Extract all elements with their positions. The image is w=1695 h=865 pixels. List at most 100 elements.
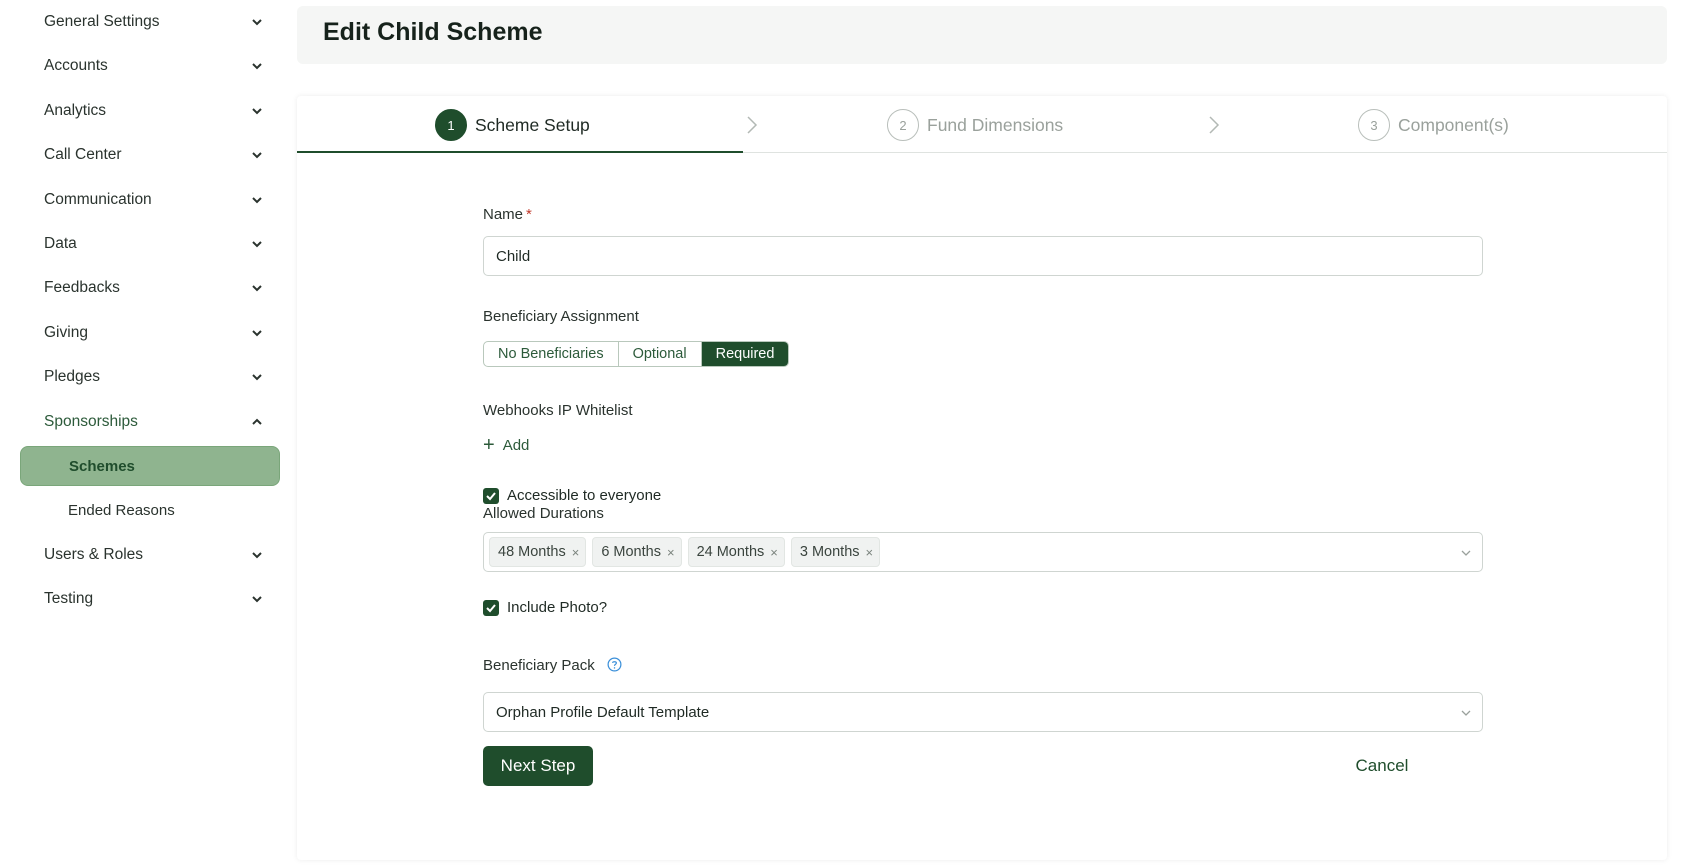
sidebar-item-general-settings[interactable]: General Settings [7, 2, 287, 42]
active-step-indicator [297, 151, 743, 153]
close-icon[interactable]: × [770, 545, 778, 560]
step-label: Scheme Setup [475, 114, 590, 135]
chevron-down-icon [252, 596, 262, 603]
duration-tag-label: 3 Months [799, 544, 860, 560]
sidebar-item-call-center[interactable]: Call Center [7, 135, 287, 175]
chevron-down-icon[interactable] [1460, 547, 1472, 559]
chevron-down-icon [1461, 710, 1471, 716]
step-components[interactable]: 3 Component(s) [1358, 109, 1509, 141]
sidebar-subitem-label: Ended Reasons [68, 501, 175, 519]
option-required[interactable]: Required [701, 342, 789, 366]
sidebar-item-testing[interactable]: Testing [7, 579, 287, 619]
chevron-down-icon [252, 285, 262, 292]
sidebar-item-users-roles[interactable]: Users & Roles [7, 535, 287, 575]
duration-tag-label: 48 Months [498, 544, 566, 560]
required-mark: * [526, 206, 532, 223]
beneficiary-pack-select[interactable]: Orphan Profile Default Template [483, 692, 1483, 732]
chevron-up-icon [252, 418, 262, 425]
chevron-down-icon [252, 197, 262, 204]
sidebar: General Settings Accounts Analytics Call… [7, 0, 287, 860]
chevron-down-icon [252, 330, 262, 337]
webhooks-label: Webhooks IP Whitelist [483, 402, 633, 419]
include-photo-label: Include Photo? [507, 599, 608, 616]
step-fund-dimensions[interactable]: 2 Fund Dimensions [887, 109, 1063, 141]
accessible-checkbox-row[interactable]: Accessible to everyone [483, 487, 661, 504]
step-number: 2 [887, 109, 919, 141]
duration-tag-label: 24 Months [696, 544, 765, 560]
duration-tag: 48 Months × [489, 537, 587, 567]
chevron-right-icon [1209, 116, 1220, 134]
sidebar-subitem-label: Schemes [69, 457, 135, 475]
chevron-down-icon [252, 19, 262, 26]
durations-multiselect[interactable]: 48 Months × 6 Months × 24 Months × 3 Months… [483, 532, 1483, 572]
option-optional[interactable]: Optional [619, 342, 702, 366]
sidebar-item-data[interactable]: Data [7, 224, 287, 264]
chevron-down-icon [252, 374, 262, 381]
sidebar-item-label: Data [44, 235, 77, 252]
step-label: Component(s) [1398, 114, 1509, 135]
sidebar-item-communication[interactable]: Communication [7, 180, 287, 220]
checkmark-icon [486, 603, 496, 612]
accessible-checkbox[interactable] [483, 487, 499, 504]
beneficiary-pack-value: Orphan Profile Default Template [496, 703, 710, 721]
step-label: Fund Dimensions [927, 114, 1064, 135]
sidebar-item-analytics[interactable]: Analytics [7, 91, 287, 131]
checkmark-icon [486, 491, 496, 500]
sidebar-item-label: Testing [44, 590, 94, 607]
sidebar-item-label: Communication [44, 191, 152, 208]
next-step-button[interactable]: Next Step [483, 746, 593, 786]
name-label: Name * [483, 206, 532, 223]
form-card: 1 Scheme Setup 2 Fund Dimensions 3 Compo… [297, 96, 1667, 860]
close-icon[interactable]: × [667, 545, 675, 560]
plus-icon: + [483, 434, 495, 456]
page-header: Edit Child Scheme [297, 6, 1667, 64]
sidebar-item-label: Call Center [44, 146, 122, 163]
cancel-button[interactable]: Cancel [1337, 746, 1427, 786]
sidebar-item-sponsorships[interactable]: Sponsorships [7, 402, 287, 442]
step-number: 3 [1358, 109, 1390, 141]
sidebar-item-label: Giving [44, 324, 88, 341]
beneficiary-pack-label-text: Beneficiary Pack [483, 657, 595, 674]
option-no-beneficiaries[interactable]: No Beneficiaries [484, 342, 619, 366]
sidebar-item-feedbacks[interactable]: Feedbacks [7, 268, 287, 308]
sidebar-item-label: Users & Roles [44, 546, 144, 563]
include-photo-checkbox[interactable] [483, 599, 499, 616]
chevron-down-icon [252, 241, 262, 248]
duration-tag: 24 Months × [687, 537, 785, 567]
sidebar-item-accounts[interactable]: Accounts [7, 46, 287, 86]
name-input[interactable]: Child [483, 236, 1483, 276]
accessible-label: Accessible to everyone [507, 487, 662, 504]
beneficiary-assignment-toggle: No Beneficiaries Optional Required [483, 341, 790, 367]
close-icon[interactable]: × [572, 545, 580, 560]
step-number: 1 [435, 109, 467, 141]
beneficiary-pack-label: Beneficiary Pack [483, 657, 622, 674]
chevron-down-icon [252, 152, 262, 159]
duration-tag: 6 Months × [592, 537, 682, 567]
sidebar-subitem-ended-reasons[interactable]: Ended Reasons [20, 490, 280, 530]
add-whitelist-button[interactable]: + Add [483, 435, 529, 455]
stepper: 1 Scheme Setup 2 Fund Dimensions 3 Compo… [297, 96, 1667, 153]
sidebar-item-label: Feedbacks [44, 279, 120, 296]
sidebar-item-label: General Settings [44, 13, 160, 30]
include-photo-checkbox-row[interactable]: Include Photo? [483, 599, 607, 616]
sidebar-item-label: Analytics [44, 102, 107, 119]
sidebar-item-label: Sponsorships [44, 413, 138, 430]
sidebar-item-label: Accounts [44, 57, 108, 74]
help-icon[interactable] [607, 657, 622, 672]
sidebar-item-label: Pledges [44, 368, 101, 385]
chevron-down-icon [252, 552, 262, 559]
page-title: Edit Child Scheme [323, 18, 543, 46]
beneficiary-assignment-label: Beneficiary Assignment [483, 308, 639, 325]
duration-tag: 3 Months × [790, 537, 881, 567]
step-scheme-setup[interactable]: 1 Scheme Setup [435, 109, 590, 141]
sidebar-item-giving[interactable]: Giving [7, 313, 287, 353]
duration-tag-label: 6 Months [601, 544, 661, 560]
chevron-down-icon [252, 63, 262, 70]
name-label-text: Name [483, 206, 524, 223]
close-icon[interactable]: × [866, 545, 874, 560]
sidebar-item-pledges[interactable]: Pledges [7, 357, 287, 397]
chevron-down-icon [252, 108, 262, 115]
allowed-durations-label: Allowed Durations [483, 505, 604, 522]
add-label: Add [502, 436, 530, 454]
sidebar-subitem-schemes[interactable]: Schemes [20, 446, 280, 486]
